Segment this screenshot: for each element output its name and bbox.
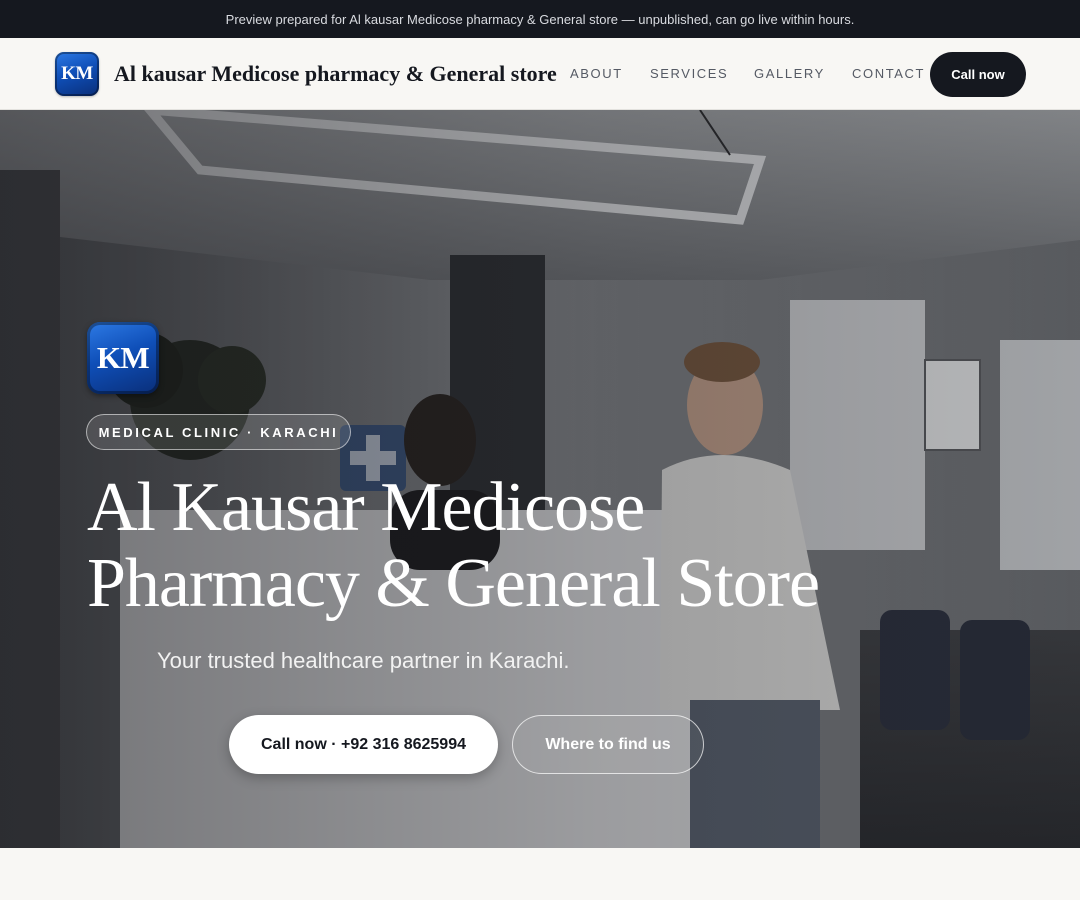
hero-title-line-2: Pharmacy & General Store	[87, 545, 820, 622]
nav-link-about[interactable]: ABOUT	[570, 65, 623, 83]
logo-initials: KM	[61, 63, 93, 84]
brand-name[interactable]: Al kausar Medicose pharmacy & General st…	[114, 60, 557, 88]
hero-logo-badge: KM	[87, 322, 159, 394]
top-navbar: KM Al kausar Medicose pharmacy & General…	[0, 38, 1080, 110]
hero-title-line-1: Al Kausar Medicose	[87, 469, 645, 546]
page-content-start	[0, 848, 1080, 900]
category-pill: MEDICAL CLINIC · KARACHI	[86, 414, 351, 450]
nav-call-button[interactable]: Call now	[930, 52, 1026, 97]
preview-banner-text: Preview prepared for Al kausar Medicose …	[225, 11, 855, 27]
hero-section: KM MEDICAL CLINIC · KARACHI Al Kausar Me…	[0, 110, 1080, 848]
nav-link-gallery[interactable]: GALLERY	[754, 65, 825, 83]
nav-link-contact[interactable]: CONTACT	[852, 65, 925, 83]
hero-title: Al Kausar Medicose Pharmacy & General St…	[87, 470, 987, 622]
nav-link-services[interactable]: SERVICES	[650, 65, 728, 83]
where-to-find-us-button[interactable]: Where to find us	[512, 715, 704, 774]
hero-tagline: Your trusted healthcare partner in Karac…	[157, 648, 570, 673]
preview-banner: Preview prepared for Al kausar Medicose …	[0, 0, 1080, 38]
logo-badge[interactable]: KM	[55, 52, 99, 96]
hero-logo-initials: KM	[96, 340, 150, 375]
call-now-button[interactable]: Call now · +92 316 8625994	[229, 715, 498, 774]
